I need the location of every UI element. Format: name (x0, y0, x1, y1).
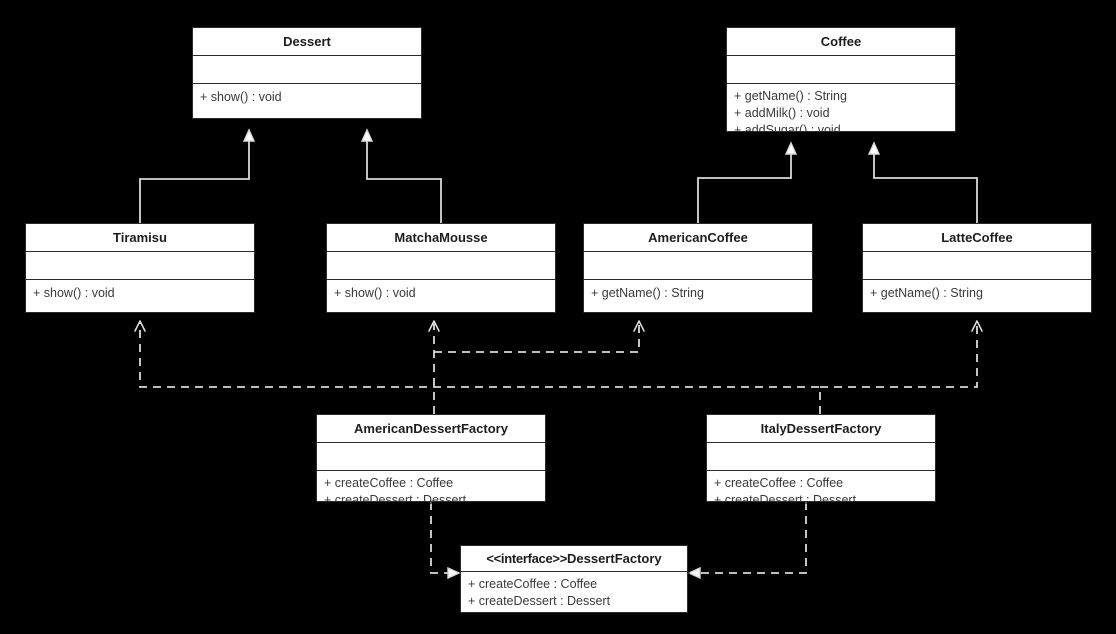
class-title-tiramisu: Tiramisu (26, 224, 254, 252)
edge-lattecoffee-to-coffee (874, 144, 978, 223)
class-box-americancoffee[interactable]: AmericanCoffee + getName() : String (583, 223, 813, 313)
class-title-matchamousse: MatchaMousse (327, 224, 555, 252)
class-attributes-italydessertfactory (707, 443, 935, 471)
edge-italyfactory-to-tiramisu (134, 320, 821, 414)
edge-tiramisu-to-dessert (139, 131, 249, 223)
class-attributes-americancoffee (584, 252, 812, 280)
class-box-americandessertfactory[interactable]: AmericanDessertFactory + createCoffee : … (316, 414, 546, 502)
class-title-americancoffee: AmericanCoffee (584, 224, 812, 252)
method-line: + getName() : String (591, 286, 704, 300)
method-line: + show() : void (33, 286, 115, 300)
class-attributes-coffee (727, 56, 955, 84)
method-line: + addMilk() : void (734, 106, 830, 120)
class-methods-italydessertfactory: + createCoffee : Coffee + createDessert … (707, 471, 935, 502)
edge-americanfactory-to-americancoffee (434, 320, 645, 353)
method-line: + createDessert : Dessert (714, 493, 857, 502)
method-line: + addSugar() : void (734, 123, 841, 132)
class-methods-americancoffee: + getName() : String (584, 280, 812, 302)
class-attributes-dessert (193, 56, 421, 84)
class-attributes-tiramisu (26, 252, 254, 280)
class-methods-tiramisu: + show() : void (26, 280, 254, 302)
method-line: + show() : void (334, 286, 416, 300)
edge-americancoffee-to-coffee (697, 144, 791, 223)
class-methods-dessert: + show() : void (193, 84, 421, 106)
class-methods-americandessertfactory: + createCoffee : Coffee + createDessert … (317, 471, 545, 502)
method-line: + createDessert : Dessert (324, 493, 467, 502)
class-box-lattecoffee[interactable]: LatteCoffee + getName() : String (862, 223, 1092, 313)
class-attributes-americandessertfactory (317, 443, 545, 471)
class-attributes-matchamousse (327, 252, 555, 280)
edge-americanfactory-to-dessertfactory (430, 502, 458, 573)
method-line: + createCoffee : Coffee (714, 476, 844, 490)
interface-stereotype: <<interface>> (486, 551, 567, 566)
class-methods-matchamousse: + show() : void (327, 280, 555, 302)
class-attributes-lattecoffee (863, 252, 1091, 280)
class-title-lattecoffee: LatteCoffee (863, 224, 1091, 252)
class-box-italydessertfactory[interactable]: ItalyDessertFactory + createCoffee : Cof… (706, 414, 936, 502)
class-box-dessertfactory-interface[interactable]: <<interface>>DessertFactory + createCoff… (460, 545, 688, 613)
class-methods-coffee: + getName() : String + addMilk() : void … (727, 84, 955, 132)
edge-italyfactory-to-lattecoffee (820, 320, 983, 388)
method-line: + getName() : String (870, 286, 983, 300)
method-line: + createCoffee : Coffee (468, 577, 598, 591)
edge-italyfactory-to-dessertfactory (690, 502, 807, 573)
method-line: + createDessert : Dessert (468, 594, 611, 608)
method-line: + show() : void (200, 90, 282, 104)
edge-matchamousse-to-dessert (367, 131, 442, 223)
class-methods-lattecoffee: + getName() : String (863, 280, 1091, 302)
class-title-americandessertfactory: AmericanDessertFactory (317, 415, 545, 443)
class-methods-dessertfactory: + createCoffee : Coffee + createDessert … (461, 572, 687, 610)
method-line: + getName() : String (734, 89, 847, 103)
diagram-canvas: Dessert + show() : void Coffee + getName… (0, 0, 1116, 634)
class-title-dessert: Dessert (193, 28, 421, 56)
class-title-italydessertfactory: ItalyDessertFactory (707, 415, 935, 443)
method-line: + createCoffee : Coffee (324, 476, 454, 490)
class-box-dessert[interactable]: Dessert + show() : void (192, 27, 422, 119)
class-title-dessertfactory: <<interface>>DessertFactory (461, 546, 687, 572)
class-box-matchamousse[interactable]: MatchaMousse + show() : void (326, 223, 556, 313)
interface-name: DessertFactory (567, 551, 662, 566)
class-box-tiramisu[interactable]: Tiramisu + show() : void (25, 223, 255, 313)
class-box-coffee[interactable]: Coffee + getName() : String + addMilk() … (726, 27, 956, 132)
class-title-coffee: Coffee (727, 28, 955, 56)
